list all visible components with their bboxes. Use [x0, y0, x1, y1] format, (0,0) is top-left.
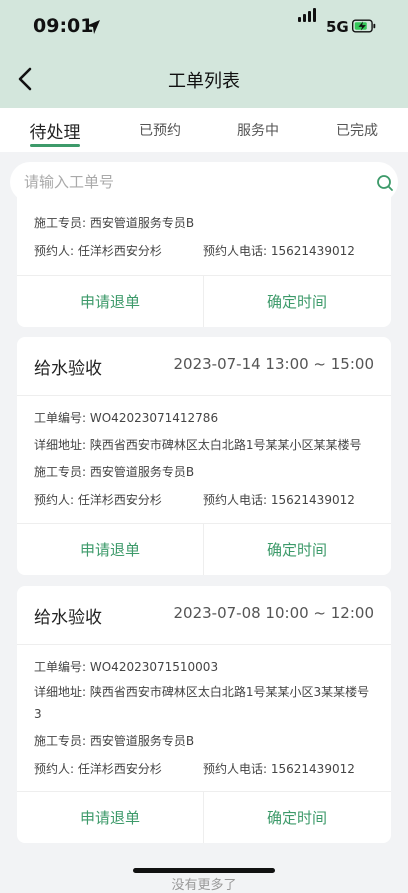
search-bar [10, 162, 398, 202]
order-card: 施工专员: 西安管道服务专员B 预约人: 任洋杉西安分杉 预约人电话: 1562… [17, 190, 391, 327]
staff-line: 施工专员: 西安管道服务专员B [34, 465, 195, 479]
card-actions: 申请退单 确定时间 [17, 523, 391, 575]
status-tabs: 待处理 已预约 服务中 已完成 [0, 108, 408, 152]
booker-line: 预约人: 任洋杉西安分杉 [34, 762, 162, 776]
battery-charging-icon [352, 19, 376, 33]
card-actions: 申请退单 确定时间 [17, 791, 391, 843]
order-card: 给水验收 2023-07-14 13:00 ~ 15:00 工单编号: WO42… [17, 337, 391, 575]
card-actions: 申请退单 确定时间 [17, 275, 391, 327]
address-line: 详细地址: 陕西省西安市碑林区太白北路1号某某小区3某某楼号3 [34, 685, 370, 721]
staff-line: 施工专员: 西安管道服务专员B [34, 216, 195, 230]
top-header: 09:01 5G 工单列表 [0, 0, 408, 108]
home-indicator [133, 868, 275, 873]
confirm-time-button[interactable]: 确定时间 [204, 524, 390, 575]
cancel-order-button[interactable]: 申请退单 [17, 792, 204, 843]
tab-in-service[interactable]: 服务中 [237, 120, 279, 140]
tab-completed[interactable]: 已完成 [336, 120, 378, 140]
tab-booked[interactable]: 已预约 [139, 120, 181, 140]
service-type: 给水验收 [34, 359, 102, 379]
location-arrow-icon [86, 20, 100, 34]
appointment-time: 2023-07-08 10:00 ~ 12:00 [173, 604, 374, 622]
order-card: 给水验收 2023-07-08 10:00 ~ 12:00 工单编号: WO42… [17, 586, 391, 843]
booker-phone-line: 预约人电话: 15621439012 [203, 762, 355, 776]
booker-phone-line: 预约人电话: 15621439012 [203, 244, 355, 258]
confirm-time-button[interactable]: 确定时间 [204, 792, 390, 843]
staff-line: 施工专员: 西安管道服务专员B [34, 734, 195, 748]
cancel-order-button[interactable]: 申请退单 [17, 524, 204, 575]
appointment-time: 2023-07-14 13:00 ~ 15:00 [173, 355, 374, 373]
booker-phone-line: 预约人电话: 15621439012 [203, 493, 355, 507]
booker-line: 预约人: 任洋杉西安分杉 [34, 493, 162, 507]
order-no-line: 工单编号: WO42023071510003 [34, 660, 219, 674]
card-header: 给水验收 2023-07-08 10:00 ~ 12:00 [17, 586, 391, 645]
tab-pending[interactable]: 待处理 [30, 118, 81, 143]
confirm-time-button[interactable]: 确定时间 [204, 276, 390, 327]
page-title: 工单列表 [168, 71, 240, 92]
cancel-order-button[interactable]: 申请退单 [17, 276, 204, 327]
search-icon[interactable] [376, 174, 394, 192]
search-input[interactable] [24, 170, 344, 194]
address-line: 详细地址: 陕西省西安市碑林区太白北路1号某某小区某某楼号 [34, 438, 362, 452]
no-more-text: 没有更多了 [171, 878, 237, 893]
network-type: 5G [326, 18, 349, 36]
active-tab-indicator [30, 144, 80, 147]
order-no-line: 工单编号: WO42023071412786 [34, 411, 219, 425]
service-type: 给水验收 [34, 608, 102, 628]
booker-line: 预约人: 任洋杉西安分杉 [34, 244, 162, 258]
card-header: 给水验收 2023-07-14 13:00 ~ 15:00 [17, 337, 391, 396]
